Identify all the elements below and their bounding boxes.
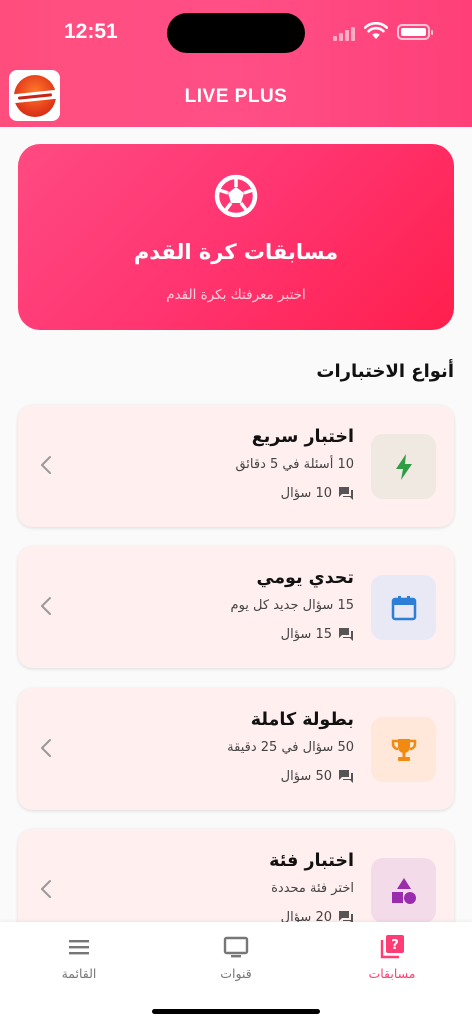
signal-icon — [333, 27, 355, 41]
chevron-left-icon — [41, 739, 51, 757]
menu-icon — [69, 940, 89, 955]
quiz-tile — [371, 858, 436, 923]
chevron-left-icon — [41, 880, 51, 898]
quiz-count-label: 50 سؤال — [280, 769, 332, 784]
nav-item-menu[interactable]: القائمة — [34, 934, 124, 981]
status-bar: 12:51 — [0, 0, 472, 64]
app-header: 12:51 LIVE PLUS — [0, 0, 472, 127]
app-title: LIVE PLUS — [184, 86, 288, 107]
quiz-question-count: 10 سؤال — [235, 486, 354, 501]
chevron-left-icon — [41, 456, 51, 474]
quiz-tile — [371, 575, 436, 640]
quiz-tile — [371, 717, 436, 782]
forum-icon — [339, 770, 353, 783]
nav-label-menu: القائمة — [61, 966, 97, 981]
nav-label-channels: قنوات — [220, 966, 252, 981]
quiz-tile — [371, 434, 436, 499]
wifi-icon — [364, 22, 388, 39]
battery-icon — [397, 24, 433, 40]
quiz-question-count: 15 سؤال — [231, 627, 354, 642]
quiz-description: 50 سؤال في 25 دقيقة — [227, 740, 354, 755]
quiz-description: 10 أسئلة في 5 دقائق — [235, 457, 354, 472]
tv-icon — [223, 936, 249, 958]
quiz-types-heading: أنواع الاختبارات — [316, 361, 454, 382]
svg-text:?: ? — [391, 938, 399, 953]
calendar-icon — [391, 595, 416, 620]
dynamic-island — [167, 13, 305, 53]
bolt-icon — [395, 453, 412, 480]
quiz-name: تحدي يومي — [256, 568, 354, 588]
quiz-count-label: 10 سؤال — [280, 486, 332, 501]
home-indicator — [152, 1009, 320, 1014]
nav-item-quizzes[interactable]: ? مسابقات — [347, 934, 437, 981]
quiz-question-count: 50 سؤال — [227, 769, 354, 784]
quiz-description: 15 سؤال جديد كل يوم — [230, 598, 354, 613]
nav-item-channels[interactable]: قنوات — [191, 934, 281, 981]
nav-label-quizzes: مسابقات — [368, 966, 416, 981]
quiz-count-label: 15 سؤال — [280, 627, 332, 642]
shapes-icon — [391, 877, 416, 904]
trophy-icon — [391, 738, 416, 761]
banner-title: مسابقات كرة القدم — [133, 240, 339, 264]
quiz-name: اختبار سريع — [251, 427, 354, 447]
status-time: 12:51 — [64, 20, 118, 43]
football-quizzes-banner[interactable]: مسابقات كرة القدم اختبر معرفتك بكرة القد… — [18, 144, 454, 330]
quiz-card-quick[interactable]: اختبار سريع 10 أسئلة في 5 دقائق 10 سؤال — [18, 405, 454, 527]
quiz-name: اختبار فئة — [269, 851, 354, 871]
quiz-description: اختر فئة محددة — [271, 881, 354, 896]
forum-icon — [339, 487, 353, 500]
quiz-icon: ? — [380, 935, 404, 959]
quiz-card-daily[interactable]: تحدي يومي 15 سؤال جديد كل يوم 15 سؤال — [18, 546, 454, 668]
soccer-ball-icon — [214, 174, 258, 218]
forum-icon — [339, 628, 353, 641]
chevron-left-icon — [41, 597, 51, 615]
banner-subtitle: اختبر معرفتك بكرة القدم — [166, 287, 306, 303]
quiz-card-tournament[interactable]: بطولة كاملة 50 سؤال في 25 دقيقة 50 سؤال — [18, 688, 454, 810]
quiz-name: بطولة كاملة — [250, 710, 354, 730]
